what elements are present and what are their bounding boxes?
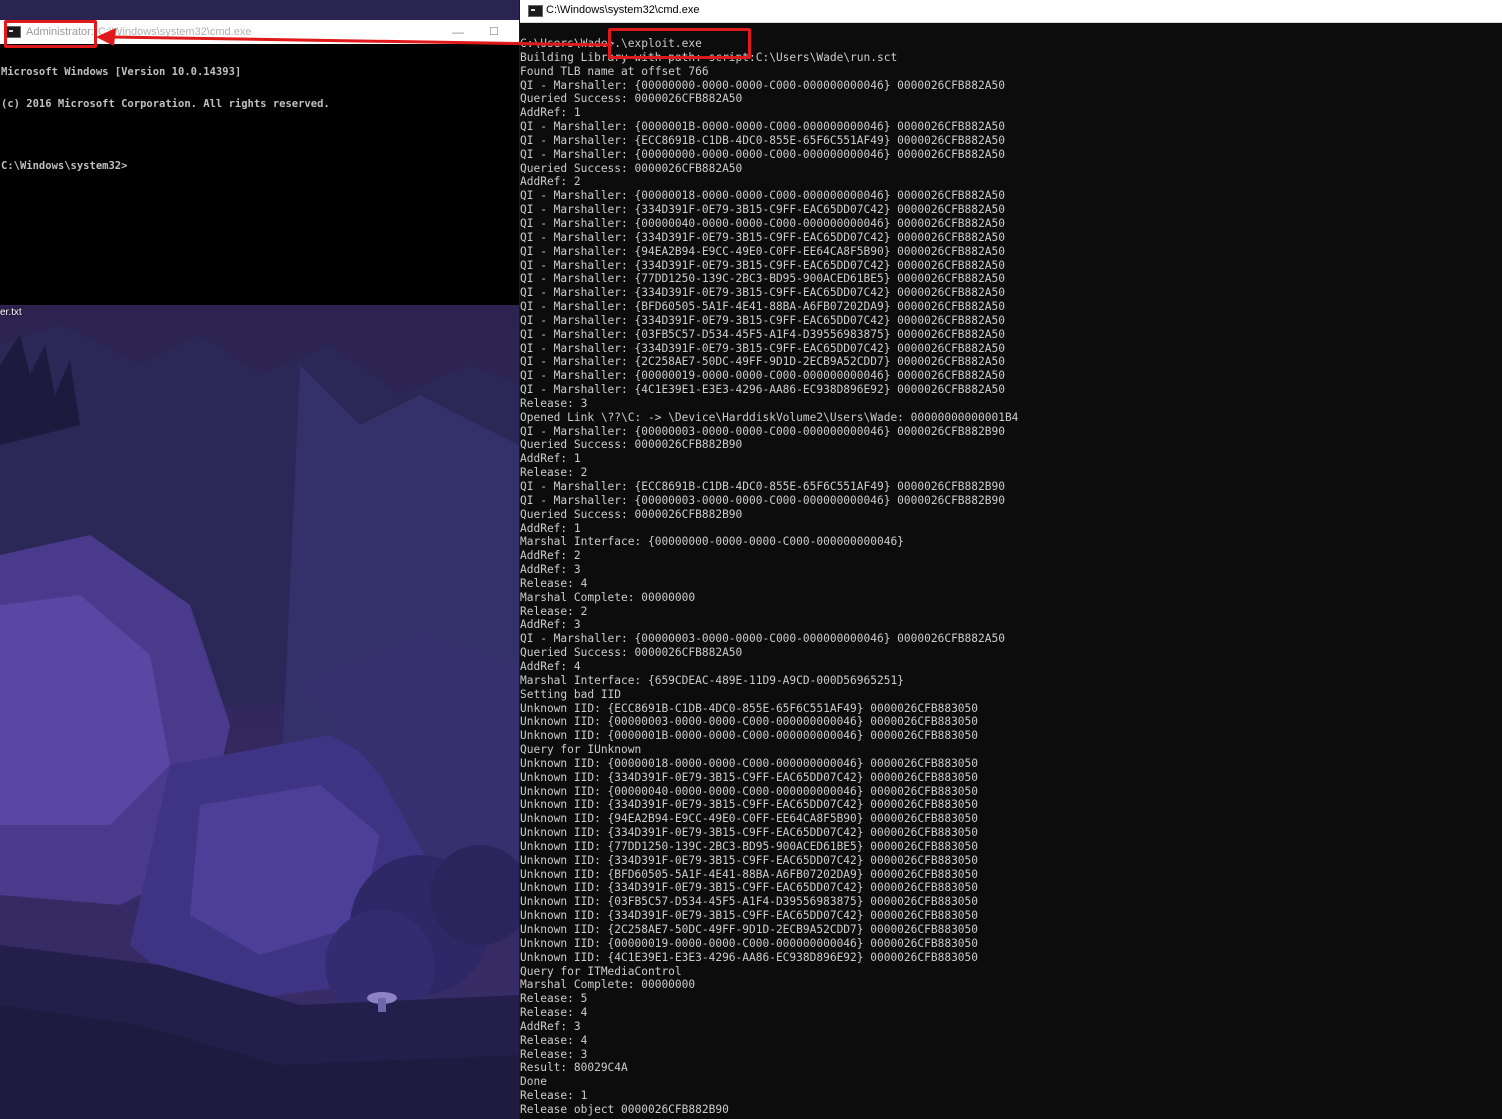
highlight-box-exploit-command xyxy=(608,28,751,59)
console-line: Unknown IID: {77DD1250-139C-2BC3-BD95-90… xyxy=(520,839,979,853)
console-line: Release: 4 xyxy=(520,1006,588,1020)
cmd-console-output[interactable]: Microsoft Windows [Version 10.0.14393] (… xyxy=(0,44,519,193)
console-line: AddRef: 1 xyxy=(520,106,581,120)
desktop-file-label[interactable]: er.txt xyxy=(0,307,22,318)
minimize-button[interactable]: — xyxy=(446,22,470,42)
console-line: QI - Marshaller: {ECC8691B-C1DB-4DC0-855… xyxy=(520,480,1005,493)
console-line: Release: 1 xyxy=(520,1089,588,1103)
console-line: QI - Marshaller: {00000018-0000-0000-C00… xyxy=(520,189,1005,203)
console-line: Marshal Interface: {659CDEAC-489E-11D9-A… xyxy=(520,673,904,687)
console-line: QI - Marshaller: {334D391F-0E79-3B15-C9F… xyxy=(520,313,1005,327)
cmd-window-exploit-titlebar[interactable]: C:\Windows\system32\cmd.exe xyxy=(520,0,1502,23)
console-line: QI - Marshaller: {00000000-0000-0000-C00… xyxy=(520,147,1005,161)
console-line: Unknown IID: {00000040-0000-0000-C000-00… xyxy=(520,784,979,798)
console-line: AddRef: 3 xyxy=(520,563,581,577)
console-line: QI - Marshaller: {00000040-0000-0000-C00… xyxy=(520,216,1005,230)
console-line: QI - Marshaller: {00000003-0000-0000-C00… xyxy=(520,424,1005,438)
console-line: Microsoft Windows [Version 10.0.14393] xyxy=(1,66,242,78)
console-line: Release object 0000026CFB882B90 xyxy=(520,1102,729,1116)
desktop-wallpaper: er.txt xyxy=(0,305,519,1119)
console-line: AddRef: 4 xyxy=(520,659,581,673)
console-line: Found TLB name at offset 766 xyxy=(520,64,709,78)
console-line: Setting bad IID xyxy=(520,687,622,701)
console-line: Unknown IID: {00000019-0000-0000-C000-00… xyxy=(520,936,979,950)
console-line: QI - Marshaller: {4C1E39E1-E3E3-4296-AA8… xyxy=(520,383,1005,397)
console-prompt: C:\Windows\system32> xyxy=(1,160,128,172)
window-title-path: C:\Windows\system32\cmd.exe xyxy=(98,26,252,38)
console-line: Unknown IID: {334D391F-0E79-3B15-C9FF-EA… xyxy=(520,826,979,840)
console-line: QI - Marshaller: {334D391F-0E79-3B15-C9F… xyxy=(520,341,1005,355)
window-title-path: C:\Windows\system32\cmd.exe xyxy=(546,4,700,16)
console-line: QI - Marshaller: {0000001B-0000-0000-C00… xyxy=(520,120,1005,134)
console-line: QI - Marshaller: {00000003-0000-0000-C00… xyxy=(520,493,1005,507)
console-line: Queried Success: 0000026CFB882A50 xyxy=(520,161,743,175)
console-line: Queried Success: 0000026CFB882B90 xyxy=(520,438,743,452)
console-line: QI - Marshaller: {2C258AE7-50DC-49FF-9D1… xyxy=(520,355,1005,369)
console-line: Release: 5 xyxy=(520,992,588,1006)
console-line: Result: 80029C4A xyxy=(520,1061,628,1075)
wallpaper-illustration xyxy=(0,305,519,1119)
console-line: Release: 3 xyxy=(520,396,588,410)
console-line: Unknown IID: {00000018-0000-0000-C000-00… xyxy=(520,756,979,770)
console-line: QI - Marshaller: {334D391F-0E79-3B15-C9F… xyxy=(520,230,1005,244)
console-line: Done xyxy=(520,1075,547,1089)
console-line: QI - Marshaller: {BFD60505-5A1F-4E41-88B… xyxy=(520,300,1005,314)
console-line: Unknown IID: {00000003-0000-0000-C000-00… xyxy=(520,715,979,729)
console-line: Opened Link \??\C: -> \Device\HarddiskVo… xyxy=(520,410,1019,424)
console-line: AddRef: 1 xyxy=(520,452,581,466)
console-line: QI - Marshaller: {00000019-0000-0000-C00… xyxy=(520,369,1005,383)
console-line: Unknown IID: {334D391F-0E79-3B15-C9FF-EA… xyxy=(520,853,979,867)
console-line: QI - Marshaller: {03FB5C57-D534-45F5-A1F… xyxy=(520,327,1005,341)
console-line: Release: 2 xyxy=(520,604,588,618)
cmd-icon xyxy=(528,5,543,17)
console-line: (c) 2016 Microsoft Corporation. All righ… xyxy=(1,97,330,110)
console-line: Unknown IID: {334D391F-0E79-3B15-C9FF-EA… xyxy=(520,909,979,923)
console-line: Unknown IID: {0000001B-0000-0000-C000-00… xyxy=(520,729,979,743)
highlight-box-admin-title xyxy=(4,20,97,48)
console-line: Query for IUnknown xyxy=(520,743,642,757)
console-line: QI - Marshaller: {77DD1250-139C-2BC3-BD9… xyxy=(520,272,1005,286)
console-line: Unknown IID: {334D391F-0E79-3B15-C9FF-EA… xyxy=(520,881,979,895)
maximize-button[interactable]: ☐ xyxy=(484,22,504,42)
console-line: QI - Marshaller: {ECC8691B-C1DB-4DC0-855… xyxy=(520,133,1005,147)
console-line: Unknown IID: {334D391F-0E79-3B15-C9FF-EA… xyxy=(520,770,979,784)
console-line: QI - Marshaller: {334D391F-0E79-3B15-C9F… xyxy=(520,203,1005,217)
console-line: AddRef: 2 xyxy=(520,549,581,563)
console-line: Release: 4 xyxy=(520,1033,588,1047)
console-line: Unknown IID: {94EA2B94-E9CC-49E0-C0FF-EE… xyxy=(520,812,979,826)
console-line: AddRef: 3 xyxy=(520,1019,581,1033)
console-line: Query for ITMediaControl xyxy=(520,964,682,978)
cmd-console-output[interactable]: C:\Users\Wade>.\exploit.exe Building Libr… xyxy=(520,37,1502,1119)
console-line: Unknown IID: {4C1E39E1-E3E3-4296-AA86-EC… xyxy=(520,950,979,964)
console-line: Unknown IID: {2C258AE7-50DC-49FF-9D1D-2E… xyxy=(520,923,979,936)
console-line: Unknown IID: {ECC8691B-C1DB-4DC0-855E-65… xyxy=(520,701,979,715)
console-line: Queried Success: 0000026CFB882B90 xyxy=(520,507,743,521)
console-line: Unknown IID: {03FB5C57-D534-45F5-A1F4-D3… xyxy=(520,895,979,909)
cmd-window-exploit[interactable]: C:\Windows\system32\cmd.exe C:\Users\Wad… xyxy=(519,0,1502,1119)
console-line: AddRef: 2 xyxy=(520,175,581,189)
console-line: Marshal Complete: 00000000 xyxy=(520,978,696,992)
console-line: Release: 4 xyxy=(520,576,588,590)
console-line: AddRef: 1 xyxy=(520,521,581,535)
console-line: QI - Marshaller: {334D391F-0E79-3B15-C9F… xyxy=(520,286,1005,300)
console-line: QI - Marshaller: {00000000-0000-0000-C00… xyxy=(520,78,1005,92)
console-line: Marshal Interface: {00000000-0000-0000-C… xyxy=(520,535,904,549)
console-line: Release: 3 xyxy=(520,1047,588,1061)
console-line: QI - Marshaller: {94EA2B94-E9CC-49E0-C0F… xyxy=(520,244,1005,258)
console-line: Unknown IID: {334D391F-0E79-3B15-C9FF-EA… xyxy=(520,798,979,812)
console-line: Unknown IID: {BFD60505-5A1F-4E41-88BA-A6… xyxy=(520,867,979,881)
console-line: QI - Marshaller: {334D391F-0E79-3B15-C9F… xyxy=(520,258,1005,272)
console-line: QI - Marshaller: {00000003-0000-0000-C00… xyxy=(520,632,1005,646)
console-line: Queried Success: 0000026CFB882A50 xyxy=(520,646,743,660)
cmd-window-admin[interactable]: Administrator: C:\Windows\system32\cmd.e… xyxy=(0,20,520,305)
console-line: AddRef: 3 xyxy=(520,618,581,632)
console-line: Queried Success: 0000026CFB882A50 xyxy=(520,92,743,106)
console-line: Marshal Complete: 00000000 xyxy=(520,590,696,604)
console-line: Release: 2 xyxy=(520,466,588,480)
